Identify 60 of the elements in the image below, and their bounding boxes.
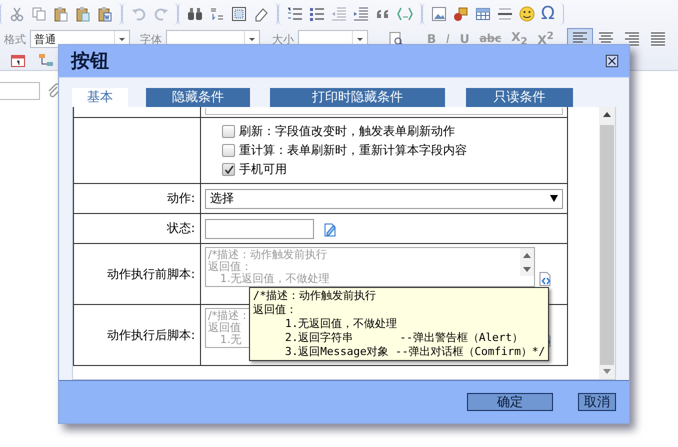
smiley-icon[interactable] [519,6,535,22]
special-character-button[interactable]: Ω [541,5,555,23]
close-icon[interactable] [605,54,619,68]
code-file-icon[interactable] [537,271,553,287]
cancel-button[interactable]: 取消 [578,393,616,411]
indent-icon[interactable] [353,6,369,22]
checkbox-label: 重计算：表单刷新时，重新计算本字段内容 [239,142,467,159]
flowchart-icon[interactable] [38,52,54,68]
clipboard-icon[interactable] [75,6,91,22]
tooltip-line: 2.返回字符串 --弹出警告框（Alert） [284,331,524,345]
checkbox[interactable] [222,144,235,157]
tab[interactable]: 基本 [72,88,128,107]
tab[interactable]: 打印时隐藏条件 [270,88,445,107]
scroll-down-icon[interactable] [523,266,531,272]
font-label: 字体 [140,32,162,46]
dropdown-arrow-icon [550,195,558,202]
field-label: 动作执行前脚本: [106,266,195,280]
confirm-button[interactable]: 确定 [467,393,553,411]
field-label: 动作: [166,191,195,205]
scissors-icon[interactable] [9,6,25,22]
tooltip-line: 1.无返回值，不做处理 [284,317,398,331]
input-field[interactable] [205,108,563,114]
status-field[interactable] [205,218,314,238]
tooltip-line: /*描述：动作触发前执行 [253,289,378,303]
scroll-up-icon[interactable] [603,112,611,117]
cubes-icon[interactable] [453,6,469,22]
tab[interactable]: 只读条件 [466,88,573,107]
select-all-icon[interactable] [231,6,247,22]
checkbox[interactable] [222,163,235,176]
field-label: 状态: [166,221,195,235]
checkbox[interactable] [222,125,235,138]
binoculars-icon[interactable] [187,6,203,22]
size-label: 大小 [272,32,294,46]
div-icon[interactable] [397,6,413,22]
action-select[interactable]: 选择 [205,188,563,208]
picture-icon[interactable] [431,6,447,22]
format-label: 格式 [4,32,26,46]
clipboard-icon[interactable] [97,6,113,22]
horizontal-rule-icon[interactable] [497,6,513,22]
scrollbar[interactable] [520,248,534,276]
tab[interactable]: 隐藏条件 [146,88,250,107]
scroll-up-icon[interactable] [523,252,531,258]
copy-icon[interactable] [31,6,47,22]
edit-note-icon[interactable] [322,220,338,236]
scrollbar[interactable] [599,107,615,379]
script-textarea[interactable]: /*描述：动作触发前执行 返回值： 1.无返回值，不做处理 [205,247,535,287]
checkbox-label: 刷新：字段值改变时，触发表单刷新动作 [239,123,455,140]
clipboard-icon[interactable] [53,6,69,22]
table-icon[interactable] [475,6,491,22]
calendar-icon[interactable] [10,52,26,68]
tooltip-line: 返回值： [253,303,298,317]
field-label: 动作执行后脚本: [106,328,195,342]
input-field[interactable] [0,82,40,100]
dialog-title: 按钮 [71,49,109,74]
scroll-down-icon[interactable] [603,369,611,374]
bulleted-list-icon[interactable] [309,6,325,22]
numbered-list-icon[interactable] [287,6,303,22]
preview-icon[interactable] [388,31,404,47]
checkbox-label: 手机可用 [239,161,287,178]
tooltip-line: 3.返回Message对象 --弹出对话框（Comfirm）*/ [284,345,546,359]
